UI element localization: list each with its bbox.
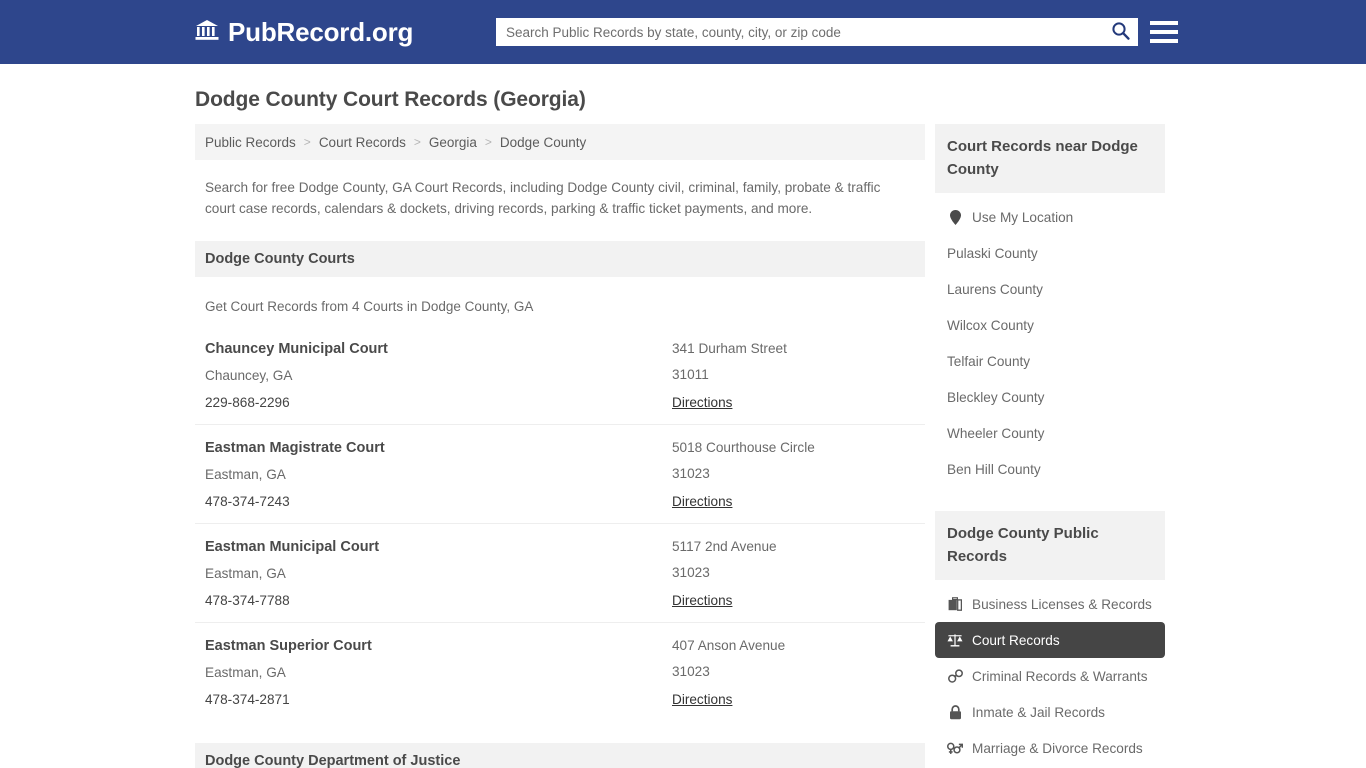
directions-link[interactable]: Directions: [672, 494, 732, 509]
doj-section-heading: Dodge County Department of Justice: [195, 743, 925, 768]
scales-of-justice-icon: [947, 633, 963, 647]
sidebar-item-criminal-records[interactable]: Criminal Records & Warrants: [935, 658, 1165, 694]
hamburger-menu-icon-bar: [1150, 21, 1178, 25]
handcuffs-icon: [947, 669, 963, 683]
search-input[interactable]: [496, 18, 1102, 46]
breadcrumb-item-dodge-county[interactable]: Dodge County: [500, 135, 586, 150]
directions-link[interactable]: Directions: [672, 593, 732, 608]
sidebar: Court Records near Dodge County Use My L…: [935, 124, 1165, 768]
courts-section-subheading: Get Court Records from 4 Courts in Dodge…: [205, 299, 534, 314]
sidebar-item-label: Inmate & Jail Records: [972, 704, 1105, 720]
sidebar-item-label: Ben Hill County: [947, 461, 1041, 477]
court-address-block: 407 Anson Avenue 31023 Directions: [672, 638, 785, 709]
court-phone[interactable]: 478-374-7788: [205, 593, 915, 608]
court-city: Chauncey, GA: [205, 368, 293, 383]
sidebar-item-label: Business Licenses & Records: [972, 596, 1152, 612]
breadcrumb-item-public-records[interactable]: Public Records: [205, 135, 296, 150]
court-address-block: 5117 2nd Avenue 31023 Directions: [672, 539, 777, 610]
breadcrumb-separator: >: [303, 135, 311, 149]
sidebar-item-label: Wilcox County: [947, 317, 1034, 333]
court-name: Eastman Superior Court: [205, 638, 372, 654]
search-button[interactable]: [1102, 18, 1138, 46]
sidebar-item-label: Wheeler County: [947, 425, 1045, 441]
court-list-item: Eastman Superior Court Eastman, GA 478-3…: [195, 622, 925, 721]
court-zip: 31023: [672, 664, 710, 679]
sidebar-item-telfair-county[interactable]: Telfair County: [935, 343, 1165, 379]
sidebar-item-label: Bleckley County: [947, 389, 1045, 405]
hamburger-menu-button[interactable]: [1150, 18, 1178, 46]
court-list-item: Eastman Municipal Court Eastman, GA 478-…: [195, 523, 925, 622]
breadcrumb-item-court-records[interactable]: Court Records: [319, 135, 406, 150]
sidebar-item-label: Marriage & Divorce Records: [972, 740, 1143, 756]
search-bar: [496, 18, 1138, 46]
court-city: Eastman, GA: [205, 566, 286, 581]
sidebar-near-list: Use My Location Pulaski County Laurens C…: [935, 199, 1165, 487]
page-intro-text: Search for free Dodge County, GA Court R…: [205, 180, 881, 216]
sidebar-item-laurens-county[interactable]: Laurens County: [935, 271, 1165, 307]
court-name: Chauncey Municipal Court: [205, 341, 388, 357]
directions-link[interactable]: Directions: [672, 395, 732, 410]
sidebar-item-label: Criminal Records & Warrants: [972, 668, 1148, 684]
hamburger-menu-icon-bar: [1150, 30, 1178, 34]
sidebar-heading-near: Court Records near Dodge County: [935, 124, 1165, 193]
sidebar-item-label: Telfair County: [947, 353, 1031, 369]
sidebar-item-label: Laurens County: [947, 281, 1043, 297]
lock-icon: [947, 704, 963, 720]
sidebar-public-records-list: Business Licenses & Records Court Record…: [935, 586, 1165, 768]
court-address-block: 341 Durham Street 31011 Directions: [672, 341, 787, 412]
court-name: Eastman Municipal Court: [205, 539, 380, 555]
court-list-item: Eastman Magistrate Court Eastman, GA 478…: [195, 424, 925, 523]
breadcrumb: Public Records > Court Records > Georgia…: [195, 124, 925, 160]
hamburger-menu-icon-bar: [1150, 39, 1178, 43]
breadcrumb-separator: >: [484, 135, 492, 149]
sidebar-item-label: Use My Location: [972, 209, 1074, 225]
court-zip: 31011: [672, 367, 709, 382]
sidebar-item-label: Court Records: [972, 632, 1060, 648]
site-header: PubRecord.org: [0, 0, 1366, 64]
sidebar-item-use-my-location[interactable]: Use My Location: [935, 199, 1165, 235]
court-list-item: Chauncey Municipal Court Chauncey, GA 22…: [195, 326, 925, 424]
sidebar-item-inmate-jail-records[interactable]: Inmate & Jail Records: [935, 694, 1165, 730]
court-address-block: 5018 Courthouse Circle 31023 Directions: [672, 440, 815, 511]
sidebar-item-marriage-divorce-records[interactable]: Marriage & Divorce Records: [935, 730, 1165, 766]
map-pin-icon: [947, 209, 963, 225]
sidebar-item-business-licenses[interactable]: Business Licenses & Records: [935, 586, 1165, 622]
page-title: Dodge County Court Records (Georgia): [195, 88, 586, 111]
sidebar-item-wheeler-county[interactable]: Wheeler County: [935, 415, 1165, 451]
court-phone[interactable]: 229-868-2296: [205, 395, 915, 410]
breadcrumb-separator: >: [413, 135, 421, 149]
sidebar-heading-public-records: Dodge County Public Records: [935, 511, 1165, 580]
sidebar-item-bleckley-county[interactable]: Bleckley County: [935, 379, 1165, 415]
bank-icon: [195, 19, 219, 46]
court-street: 341 Durham Street: [672, 341, 787, 356]
sidebar-item-pulaski-county[interactable]: Pulaski County: [935, 235, 1165, 271]
court-zip: 31023: [672, 466, 710, 481]
courts-section-heading: Dodge County Courts: [195, 241, 925, 277]
courts-list: Chauncey Municipal Court Chauncey, GA 22…: [195, 326, 925, 721]
briefcase-icon: [947, 597, 963, 611]
breadcrumb-item-georgia[interactable]: Georgia: [429, 135, 477, 150]
venus-mars-icon: [947, 741, 963, 755]
court-zip: 31023: [672, 565, 710, 580]
sidebar-item-court-records[interactable]: Court Records: [935, 622, 1165, 658]
sidebar-item-ben-hill-county[interactable]: Ben Hill County: [935, 451, 1165, 487]
court-street: 5018 Courthouse Circle: [672, 440, 815, 455]
search-icon: [1111, 21, 1130, 43]
sidebar-item-wilcox-county[interactable]: Wilcox County: [935, 307, 1165, 343]
site-logo[interactable]: PubRecord.org: [195, 17, 413, 48]
court-phone[interactable]: 478-374-2871: [205, 692, 915, 707]
sidebar-item-label: Pulaski County: [947, 245, 1038, 261]
court-street: 407 Anson Avenue: [672, 638, 786, 653]
directions-link[interactable]: Directions: [672, 692, 732, 707]
site-logo-text: PubRecord.org: [228, 16, 414, 47]
court-street: 5117 2nd Avenue: [672, 539, 777, 554]
main-content: Public Records > Court Records > Georgia…: [195, 124, 925, 768]
court-city: Eastman, GA: [205, 665, 286, 680]
